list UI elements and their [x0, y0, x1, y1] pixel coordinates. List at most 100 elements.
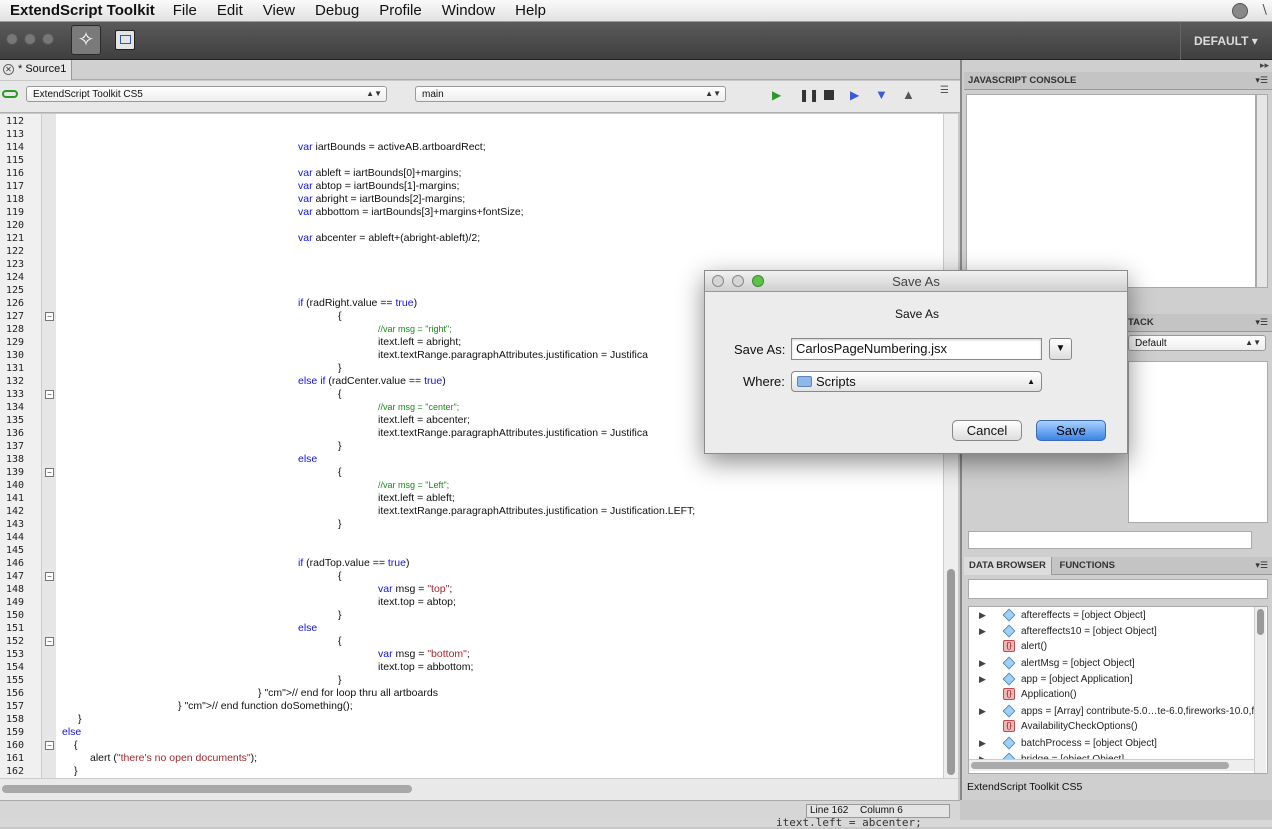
- step-out-icon[interactable]: ▲: [902, 87, 915, 102]
- editor-horizontal-scrollbar[interactable]: [0, 778, 958, 800]
- panel-menu-icon[interactable]: ☰: [940, 85, 949, 96]
- tab-data-browser[interactable]: DATA BROWSER: [964, 557, 1052, 575]
- where-select[interactable]: Scripts ▲: [791, 371, 1042, 392]
- estk-logo-icon[interactable]: ✧: [71, 25, 101, 55]
- menu-profile[interactable]: Profile: [379, 2, 422, 19]
- step-into-icon[interactable]: ▼: [875, 87, 888, 102]
- panel-menu-icon[interactable]: ▾☰: [1255, 314, 1268, 331]
- menu-help[interactable]: Help: [515, 2, 546, 19]
- code-line: //var msg = "Left";: [378, 480, 450, 490]
- dialog-zoom-button[interactable]: [752, 275, 764, 287]
- menu-view[interactable]: View: [263, 2, 295, 19]
- target-application-select[interactable]: ExtendScript Toolkit CS5 ▲▼: [26, 86, 387, 102]
- pause-icon[interactable]: ❚❚: [799, 88, 819, 102]
- tree-row[interactable]: ▶ aftereffects10 = [object Object]: [969, 623, 1157, 639]
- filename-input[interactable]: CarlosPageNumbering.jsx: [791, 338, 1042, 360]
- fold-toggle-icon[interactable]: −: [45, 637, 54, 646]
- cancel-button[interactable]: Cancel: [952, 420, 1022, 441]
- code-line: {: [338, 388, 342, 400]
- engine-select[interactable]: main ▲▼: [415, 86, 726, 102]
- code-line: }: [338, 609, 342, 621]
- tree-row[interactable]: ▶ alertMsg = [object Object]: [969, 655, 1135, 671]
- select-arrows-icon: ▲▼: [705, 89, 721, 98]
- window-minimize-button[interactable]: [24, 33, 36, 45]
- expand-triangle-icon[interactable]: ▶: [979, 655, 993, 671]
- tab-javascript-console[interactable]: JAVASCRIPT CONSOLE ▾☰: [964, 72, 1272, 90]
- save-button[interactable]: Save: [1036, 420, 1106, 441]
- run-icon[interactable]: ▶: [772, 88, 781, 102]
- fold-toggle-icon[interactable]: −: [45, 468, 54, 477]
- tree-row[interactable]: ▶ app = [object Application]: [969, 671, 1132, 687]
- fold-toggle-icon[interactable]: −: [45, 572, 54, 581]
- tree-vertical-scrollbar[interactable]: [1254, 607, 1266, 773]
- function-icon: {}: [1003, 688, 1015, 701]
- workspace-switcher[interactable]: DEFAULT ▾: [1180, 22, 1272, 60]
- menu-window[interactable]: Window: [442, 2, 495, 19]
- chevron-down-icon: ▼: [1055, 343, 1066, 354]
- tree-row[interactable]: {} Application(): [969, 687, 1077, 703]
- step-over-icon[interactable]: ▶: [850, 88, 859, 102]
- tree-row[interactable]: ▶ aftereffects = [object Object]: [969, 607, 1146, 623]
- stack-tab-label: TACK: [1128, 317, 1154, 328]
- fold-toggle-icon[interactable]: −: [45, 741, 54, 750]
- line-number: 112: [5, 116, 24, 127]
- dialog-close-button[interactable]: [712, 275, 724, 287]
- menu-edit[interactable]: Edit: [217, 2, 243, 19]
- stack-select[interactable]: Default ▲▼: [1128, 335, 1266, 351]
- link-icon[interactable]: [2, 90, 18, 98]
- expand-triangle-icon[interactable]: ▶: [979, 671, 993, 687]
- where-label: Where:: [743, 374, 785, 389]
- line-number: 143: [5, 519, 24, 530]
- tree-row[interactable]: {} AvailabilityCheckOptions(): [969, 719, 1138, 735]
- dialog-minimize-button[interactable]: [732, 275, 744, 287]
- window-close-button[interactable]: [6, 33, 18, 45]
- object-cube-icon: [1002, 736, 1016, 750]
- tab-source1[interactable]: ✕ * Source1: [0, 60, 72, 80]
- tree-row-label: apps = [Array] contribute-5.0…te-6.0,fir…: [1021, 706, 1255, 717]
- menu-file[interactable]: File: [173, 2, 197, 19]
- console-output[interactable]: [966, 94, 1256, 288]
- console-scrollbar[interactable]: [1256, 94, 1268, 288]
- close-tab-icon[interactable]: ✕: [3, 64, 14, 75]
- window-mode-icon[interactable]: [115, 30, 135, 50]
- creative-suite-icon[interactable]: [1232, 3, 1248, 19]
- code-line: itext.textRange.paragraphAttributes.just…: [378, 349, 648, 361]
- tree-row[interactable]: {} alert(): [969, 639, 1047, 655]
- panel-menu-icon[interactable]: ▾☰: [1255, 72, 1268, 89]
- code-line: var msg = "top";: [378, 583, 453, 595]
- code-line: var ableft = iartBounds[0]+margins;: [298, 167, 462, 179]
- code-line: var msg = "bottom";: [378, 648, 470, 660]
- tree-row[interactable]: ▶ apps = [Array] contribute-5.0…te-6.0,fi…: [969, 703, 1254, 719]
- code-line: itext.left = abright;: [378, 336, 462, 348]
- tree-horizontal-scrollbar[interactable]: [969, 759, 1254, 771]
- scroll-thumb[interactable]: [2, 785, 412, 793]
- expand-triangle-icon[interactable]: ▶: [979, 607, 993, 623]
- tab-call-stack[interactable]: TACK ▾☰: [1128, 314, 1272, 332]
- spotlight-icon[interactable]: ∖: [1260, 2, 1268, 18]
- fold-toggle-icon[interactable]: −: [45, 390, 54, 399]
- line-number: 132: [5, 376, 24, 387]
- stack-input[interactable]: [968, 531, 1252, 549]
- fold-toggle-icon[interactable]: −: [45, 312, 54, 321]
- stop-icon[interactable]: [824, 90, 834, 100]
- code-line: else if (radCenter.value == true): [298, 375, 446, 387]
- panel-collapse-icon[interactable]: ▸▸: [1260, 60, 1269, 71]
- menu-debug[interactable]: Debug: [315, 2, 359, 19]
- scroll-thumb[interactable]: [1257, 609, 1264, 635]
- window-zoom-button[interactable]: [42, 33, 54, 45]
- expand-triangle-icon[interactable]: ▶: [979, 623, 993, 639]
- code-line: }: [74, 765, 78, 777]
- expand-triangle-icon[interactable]: ▶: [979, 703, 993, 719]
- scroll-thumb[interactable]: [947, 569, 955, 775]
- code-line: {: [338, 635, 342, 647]
- data-browser-filter[interactable]: [968, 579, 1268, 599]
- scroll-thumb[interactable]: [971, 762, 1229, 769]
- tab-functions[interactable]: FUNCTIONS: [1055, 557, 1120, 574]
- expand-triangle-icon[interactable]: ▶: [979, 735, 993, 751]
- tree-row[interactable]: ▶ batchProcess = [object Object]: [969, 735, 1157, 751]
- expand-dialog-button[interactable]: ▼: [1049, 338, 1072, 360]
- data-browser-tree[interactable]: ▶ aftereffects = [object Object] ▶ aftereff…: [968, 606, 1268, 774]
- call-stack-list[interactable]: [1128, 361, 1268, 523]
- code-line: {: [74, 739, 78, 751]
- panel-menu-icon[interactable]: ▾☰: [1255, 557, 1268, 574]
